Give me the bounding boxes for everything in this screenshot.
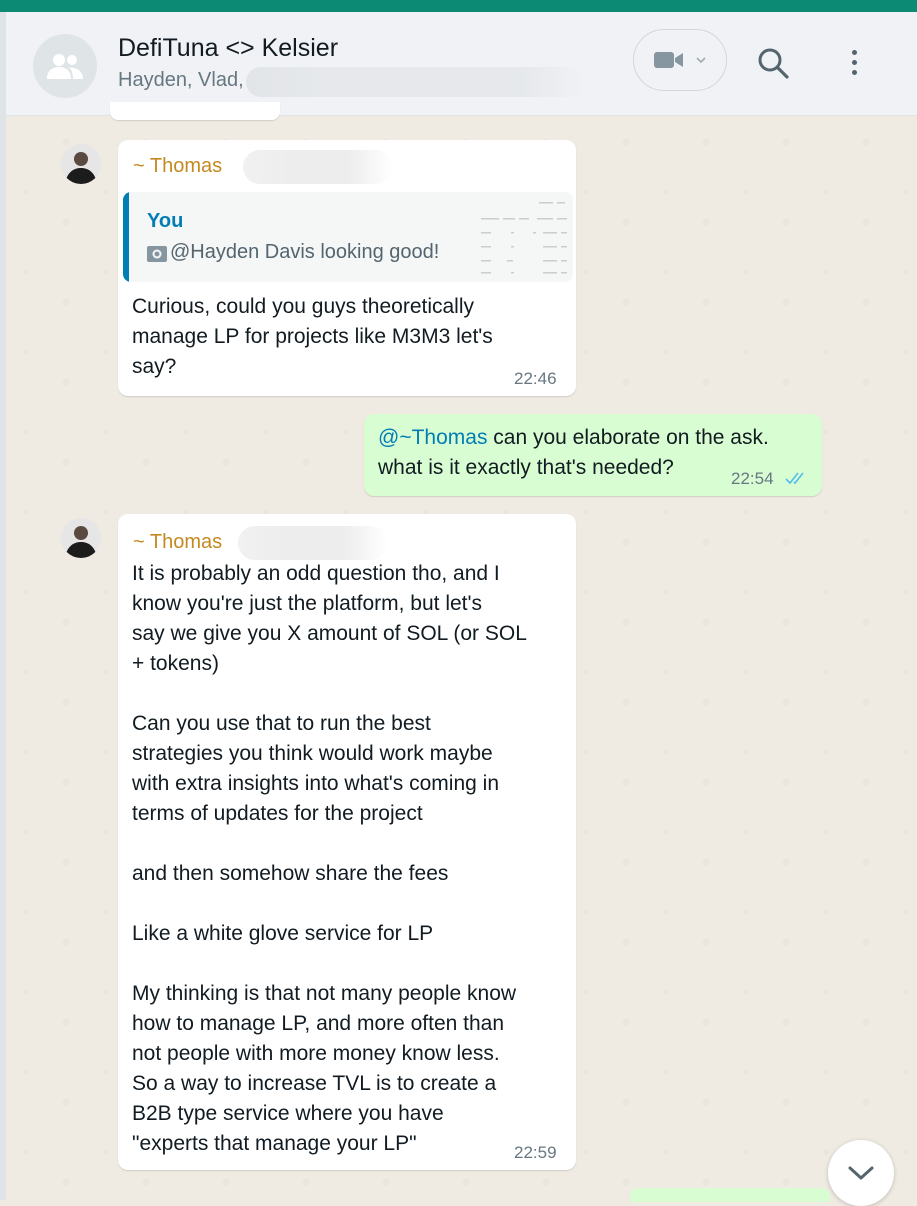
user-photo-icon [61,518,101,558]
message-bubble-incoming[interactable]: ~ Thomas It is probably an odd question … [118,514,576,1170]
redacted-sender-info [238,526,388,560]
group-avatar[interactable] [33,34,97,98]
kebab-menu-icon[interactable] [844,50,864,86]
message-time: 22:59 [514,1143,557,1162]
window-top-bar [0,0,917,12]
group-icon [47,54,83,79]
chevron-down-icon [696,57,706,64]
message-text: It is probably an odd question tho, and … [132,562,527,1155]
message-bubble-incoming[interactable]: ~ Thomas You @Hayden Davis looking good! [118,140,576,396]
avatar[interactable] [61,144,101,184]
message-time: 22:46 [514,369,557,388]
quote-text: @Hayden Davis looking good! [170,241,440,263]
chat-header[interactable]: DefiTuna <> Kelsier Hayden, Vlad, [6,12,917,116]
avatar[interactable] [61,518,101,558]
search-button[interactable] [756,46,792,82]
message-text: @~Thomas can you elaborate on the ask. [378,423,769,453]
message-bubble-outgoing[interactable]: @~Thomas can you elaborate on the ask. w… [364,414,822,496]
message-text-line1: can you elaborate on the ask. [487,426,769,449]
chat-participants: Hayden, Vlad, [118,69,244,91]
redacted-participants [246,67,586,97]
mention-link[interactable]: @~Thomas [378,426,487,449]
video-call-button[interactable] [633,29,727,91]
message-text-line2: what is it exactly that's needed? [378,456,674,479]
scroll-to-bottom-button[interactable] [828,1140,894,1206]
quote-accent-bar [123,192,129,282]
message-text: Curious, could you guys theoretically ma… [132,295,493,378]
camera-icon [147,246,167,262]
message-time: 22:54 [731,469,774,488]
quoted-message[interactable]: You @Hayden Davis looking good! [123,192,573,282]
double-check-icon [785,472,804,485]
spreadsheet-thumbnail-icon [481,202,567,274]
user-photo-icon [61,144,101,184]
previous-message-edge [110,102,280,120]
sender-name[interactable]: ~ Thomas [133,155,222,178]
quote-author: You [147,210,184,232]
sender-name[interactable]: ~ Thomas [133,531,222,554]
quote-thumbnail[interactable] [477,200,571,278]
chat-title[interactable]: DefiTuna <> Kelsier [118,34,338,63]
video-camera-icon [654,52,683,68]
redacted-sender-info [243,150,393,184]
search-icon [758,48,789,79]
chevron-down-icon [848,1166,874,1180]
